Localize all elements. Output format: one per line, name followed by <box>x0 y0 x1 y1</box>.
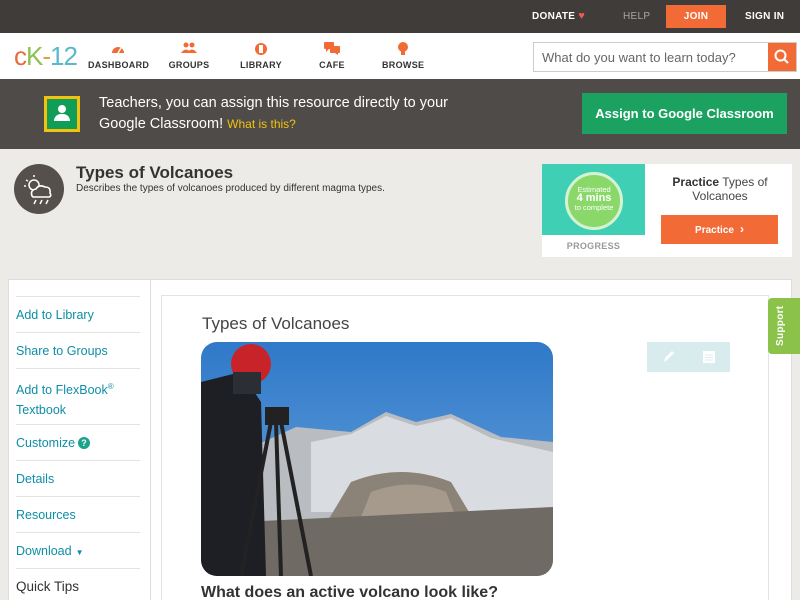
weather-cloud-icon <box>14 164 64 214</box>
sidebar: Add to Library Share to Groups Add to Fl… <box>9 280 150 600</box>
heart-icon: ♥ <box>578 10 586 22</box>
concept-description: Describes the types of volcanoes produce… <box>76 183 385 194</box>
search-box <box>533 42 797 72</box>
nav-cafe-label: CAFE <box>319 60 345 70</box>
sign-in-link[interactable]: SIGN IN <box>745 0 784 33</box>
logo-c: c <box>14 41 27 71</box>
flexbook-label-2: Textbook <box>16 403 67 418</box>
nav-groups-label: GROUPS <box>168 60 210 70</box>
nav-cafe[interactable]: CAFE <box>318 42 346 70</box>
sidebar-download-label: Download <box>16 544 72 558</box>
donate-link[interactable]: DONATE ♥ <box>532 0 585 33</box>
sidebar-share-to-groups-label: Share to Groups <box>16 344 108 358</box>
sidebar-customize-label: Customize <box>16 436 76 450</box>
sidebar-quick-tips-label: Quick Tips <box>16 579 80 594</box>
ck12-logo[interactable]: cK-12 <box>14 41 78 72</box>
banner-text: Teachers, you can assign this resource d… <box>99 93 459 135</box>
sidebar-share-to-groups[interactable]: Share to Groups <box>16 332 140 368</box>
progress-badge: Estimated 4 mins to complete <box>542 164 645 235</box>
sidebar-add-to-library-label: Add to Library <box>16 308 94 322</box>
donate-label: DONATE <box>532 11 576 22</box>
lightbulb-icon <box>382 42 424 56</box>
sidebar-resources-label: Resources <box>16 508 76 522</box>
pencil-icon[interactable] <box>657 346 679 368</box>
logo-number: 12 <box>50 41 78 71</box>
progress-label: PROGRESS <box>566 241 621 251</box>
main-nav: cK-12 DASHBOARD GROUPS LIBRARY CAFE BROW… <box>0 33 800 79</box>
sidebar-download[interactable]: Download ▼ <box>16 532 140 568</box>
main-title: Types of Volcanoes <box>202 314 350 333</box>
to-complete-label: to complete <box>574 203 614 212</box>
what-is-this-link[interactable]: What is this? <box>227 117 296 131</box>
registered-mark: ® <box>107 382 114 391</box>
cafe-chat-icon <box>318 42 346 56</box>
help-link[interactable]: HELP <box>623 0 650 33</box>
assign-google-classroom-button[interactable]: Assign to Google Classroom <box>582 93 787 134</box>
volcano-photo <box>201 342 553 576</box>
nav-library-label: LIBRARY <box>240 60 282 70</box>
nav-dashboard[interactable]: DASHBOARD <box>88 42 150 70</box>
sidebar-details-label: Details <box>16 472 55 486</box>
search-button[interactable] <box>768 43 796 71</box>
sidebar-resources[interactable]: Resources <box>16 496 140 532</box>
help-question-icon[interactable]: ? <box>78 437 91 449</box>
logo-dash: - <box>42 41 51 71</box>
chevron-right-icon: › <box>739 222 744 236</box>
nav-browse[interactable]: BROWSE <box>382 42 424 70</box>
annotation-toolbar <box>647 342 730 372</box>
section-subheading: What does an active volcano look like? <box>201 584 498 600</box>
sidebar-customize[interactable]: Customize? <box>16 424 140 460</box>
sidebar-details[interactable]: Details <box>16 460 140 496</box>
dashboard-icon <box>88 42 148 56</box>
flexbook-label-1: Add to FlexBook <box>16 383 108 398</box>
nav-browse-label: BROWSE <box>382 60 425 70</box>
join-button[interactable]: JOIN <box>666 5 726 28</box>
library-icon <box>240 42 282 56</box>
practice-card: Estimated 4 mins to complete PROGRESS Pr… <box>542 164 792 257</box>
nav-library[interactable]: LIBRARY <box>240 42 282 70</box>
caret-down-icon: ▼ <box>75 548 84 557</box>
support-label: Support <box>775 305 786 346</box>
nav-groups[interactable]: GROUPS <box>166 42 212 70</box>
sidebar-add-to-flexbook-label: Add to FlexBook® Textbook <box>16 377 114 420</box>
google-classroom-icon <box>44 96 80 132</box>
practice-button[interactable]: Practice › <box>661 215 778 244</box>
concept-title: Types of Volcanoes <box>76 163 234 182</box>
logo-k: K <box>26 41 43 71</box>
top-utility-bar: DONATE ♥ HELP JOIN SIGN IN <box>0 0 800 33</box>
estimated-minutes: 4 mins <box>576 192 612 204</box>
sidebar-quick-tips[interactable]: Quick Tips <box>16 568 140 600</box>
groups-icon <box>166 42 212 56</box>
search-icon <box>774 49 789 64</box>
support-tab[interactable]: Support <box>768 298 800 354</box>
notes-icon[interactable] <box>698 346 720 368</box>
sidebar-divider <box>150 280 151 600</box>
sidebar-add-to-flexbook[interactable]: Add to FlexBook® Textbook <box>16 368 140 424</box>
nav-dashboard-label: DASHBOARD <box>88 60 150 70</box>
search-input[interactable] <box>534 43 769 71</box>
sidebar-add-to-library[interactable]: Add to Library <box>16 296 140 332</box>
progress-circle: Estimated 4 mins to complete <box>565 172 623 230</box>
practice-button-label: Practice <box>695 225 734 236</box>
practice-title-bold: Practice <box>672 175 720 189</box>
practice-title: Practice Types of Volcanoes <box>660 175 780 203</box>
